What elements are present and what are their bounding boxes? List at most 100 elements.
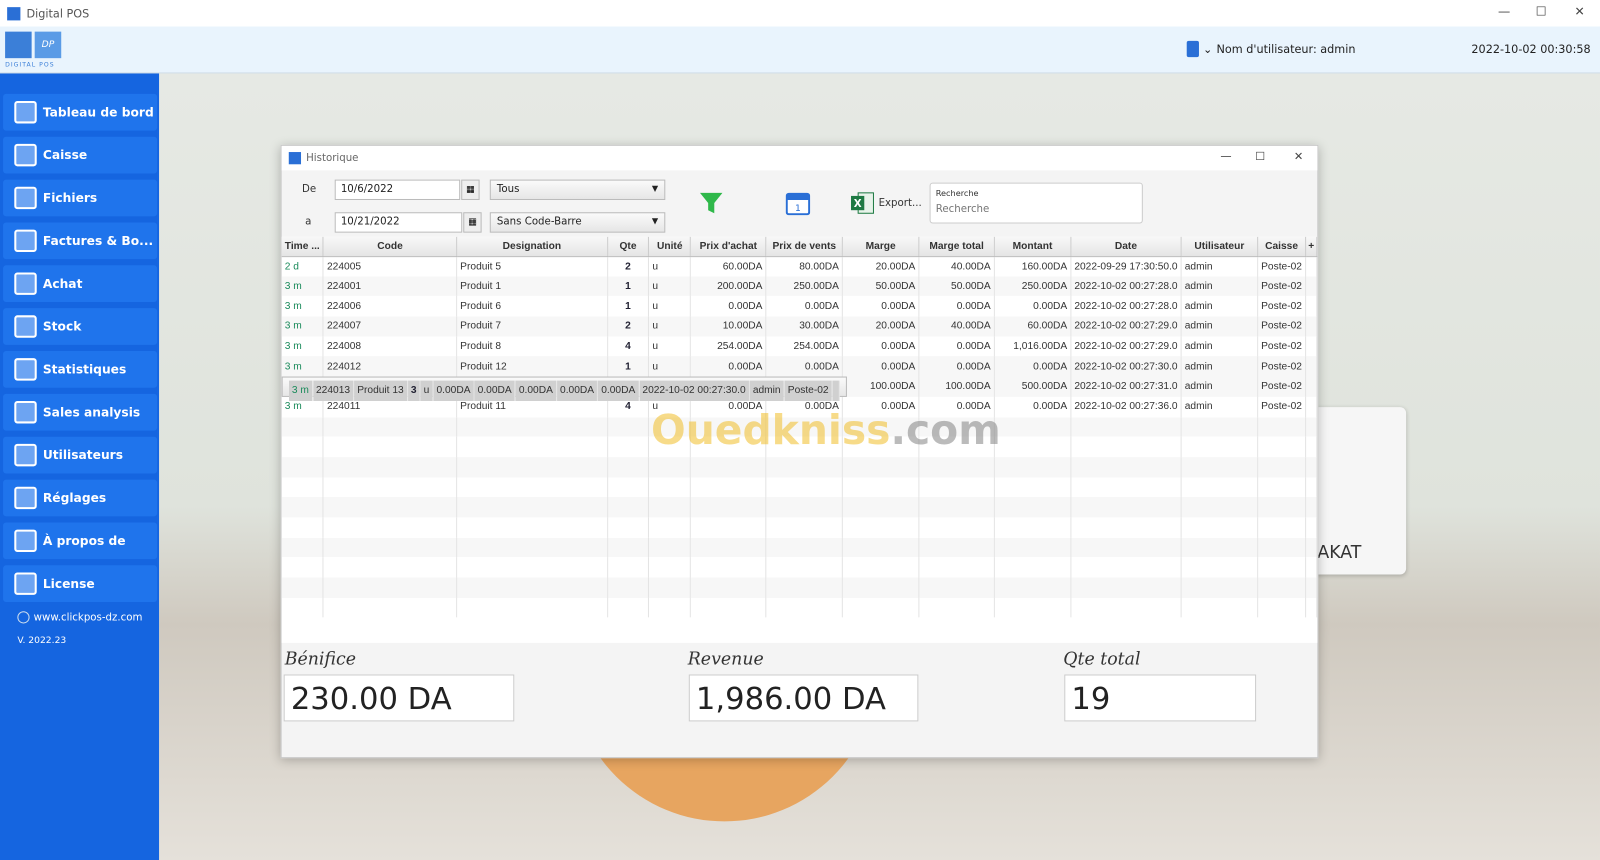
sidebar-item-label: Fichiers bbox=[42, 190, 98, 206]
search-input[interactable] bbox=[935, 204, 1135, 216]
table-cell bbox=[766, 537, 844, 558]
minimize-button[interactable]: — bbox=[1498, 4, 1510, 18]
empty-row bbox=[281, 457, 1318, 478]
table-row[interactable]: 3 m 224007 Produit 7 2 u 10.00DA 30.00DA 20.00D… bbox=[281, 316, 1318, 337]
table-row[interactable]: 2 d 224005 Produit 5 2 u 60.00DA 80.00DA 20.00D… bbox=[281, 256, 1318, 277]
qte-total-value: 19 bbox=[1064, 674, 1257, 722]
table-cell bbox=[766, 557, 844, 578]
column-header[interactable]: Designation bbox=[456, 236, 608, 257]
table-cell bbox=[1070, 577, 1182, 598]
close-button[interactable]: ✕ bbox=[1574, 4, 1584, 18]
sidebar-item-achat[interactable]: Achat bbox=[3, 265, 158, 303]
table-cell bbox=[1305, 557, 1318, 578]
table-cell: admin bbox=[1181, 256, 1259, 277]
table-cell bbox=[994, 577, 1072, 598]
table-cell bbox=[766, 477, 844, 498]
truck-icon bbox=[14, 272, 37, 295]
table-cell: 250.00DA bbox=[766, 276, 844, 297]
table-row[interactable]: 3 m 224001 Produit 1 1 u 200.00DA 250.00DA 50.0… bbox=[281, 276, 1318, 297]
column-header[interactable]: Prix d'achat bbox=[690, 236, 767, 257]
table-cell bbox=[842, 457, 920, 478]
table-cell bbox=[281, 557, 324, 578]
dialog-minimize-button[interactable]: — bbox=[1220, 150, 1231, 163]
search-box[interactable]: Recherche bbox=[929, 182, 1143, 224]
table-cell bbox=[607, 497, 650, 518]
sidebar-item-stock[interactable]: Stock bbox=[3, 308, 158, 345]
background-card[interactable]: AKAT bbox=[1311, 407, 1407, 575]
table-cell bbox=[281, 537, 324, 558]
column-header[interactable]: Time ... bbox=[281, 236, 324, 257]
table-cell bbox=[281, 577, 324, 598]
column-header[interactable]: Caisse bbox=[1257, 236, 1307, 257]
sidebar-item-tableau-de-bord[interactable]: Tableau de bord bbox=[3, 93, 158, 131]
maximize-button[interactable]: ☐ bbox=[1536, 4, 1547, 18]
user-menu[interactable]: ⌄ Nom d'utilisateur: admin bbox=[1186, 40, 1355, 58]
table-cell: 2 d bbox=[281, 256, 324, 277]
card-label: AKAT bbox=[1317, 542, 1362, 564]
sidebar-item-sales-analysis[interactable]: Sales analysis bbox=[3, 393, 158, 431]
column-header[interactable]: Marge bbox=[842, 236, 920, 257]
website-link[interactable]: www.clickpos-dz.com bbox=[17, 611, 142, 624]
table-cell bbox=[281, 477, 324, 498]
table-cell: Produit 5 bbox=[456, 256, 608, 277]
column-header[interactable]: Date bbox=[1070, 236, 1182, 257]
column-header[interactable]: Marge total bbox=[918, 236, 995, 257]
barcode-select[interactable]: Sans Code-Barre ▼ bbox=[489, 212, 666, 233]
table-row[interactable]: 3 m 224013 Produit 13 3 u 0.00DA 0.00DA 0.00DA 0… bbox=[281, 376, 847, 401]
table-row[interactable]: 3 m 224006 Produit 6 1 u 0.00DA 0.00DA 0.00DA 0.… bbox=[281, 296, 1318, 317]
table-cell bbox=[456, 597, 608, 618]
table-cell bbox=[994, 497, 1072, 518]
table-cell: 10.00DA bbox=[690, 316, 767, 337]
table-cell: 224008 bbox=[323, 336, 458, 357]
sidebar-item-utilisateurs[interactable]: Utilisateurs bbox=[3, 436, 158, 474]
column-header[interactable]: Code bbox=[323, 236, 458, 257]
type-select[interactable]: Tous ▼ bbox=[489, 179, 666, 200]
dialog-maximize-button[interactable]: ☐ bbox=[1255, 150, 1265, 163]
gear-icon bbox=[14, 486, 37, 510]
table-cell: Poste-02 bbox=[1257, 376, 1307, 397]
calendar-icon[interactable]: ▦ bbox=[463, 212, 482, 233]
from-date-input[interactable]: 10/6/2022 bbox=[334, 179, 461, 200]
sidebar-item-factures-bo[interactable]: Factures & Bo... bbox=[3, 222, 158, 260]
table-row[interactable]: 3 m 224012 Produit 12 1 u 0.00DA 0.00DA 0.00DA 0… bbox=[281, 356, 1318, 377]
table-cell: 60.00DA bbox=[994, 316, 1072, 337]
sidebar-item-fichiers[interactable]: Fichiers bbox=[3, 179, 158, 217]
table-cell: 250.00DA bbox=[994, 276, 1072, 297]
table-row[interactable]: 3 m 224008 Produit 8 4 u 254.00DA 254.00DA 0.00… bbox=[281, 336, 1318, 357]
table-cell bbox=[323, 517, 458, 538]
qte-total-label: Qte total bbox=[1063, 648, 1141, 670]
table-cell: 2022-10-02 00:27:36.0 bbox=[1070, 396, 1182, 417]
gear-analysis-icon bbox=[14, 401, 37, 424]
window-titlebar: Digital POS — ☐ ✕ bbox=[0, 0, 1600, 27]
column-header[interactable]: Utilisateur bbox=[1181, 236, 1259, 257]
table-cell: 2022-10-02 00:27:28.0 bbox=[1070, 296, 1182, 317]
column-header[interactable]: + bbox=[1305, 236, 1318, 257]
column-header[interactable]: Prix de vents bbox=[766, 236, 844, 257]
dialog-close-button[interactable]: ✕ bbox=[1294, 150, 1303, 163]
calendar-icon[interactable]: 1 bbox=[785, 191, 811, 216]
sidebar-item-statistiques[interactable]: Statistiques bbox=[3, 351, 158, 388]
sidebar-item--propos-de[interactable]: À propos de bbox=[3, 522, 158, 560]
sidebar-item-label: Stock bbox=[42, 319, 82, 334]
table-cell: 30.00DA bbox=[766, 316, 844, 337]
calendar-icon[interactable]: ▦ bbox=[461, 179, 480, 200]
revenue-label: Revenue bbox=[687, 648, 764, 670]
sidebar-item-caisse[interactable]: Caisse bbox=[3, 136, 158, 174]
sidebar-item-license[interactable]: License bbox=[3, 565, 158, 603]
table-cell: admin bbox=[1181, 356, 1259, 377]
sidebar-item-label: À propos de bbox=[42, 533, 126, 548]
to-date-input[interactable]: 10/21/2022 bbox=[334, 212, 463, 233]
column-header[interactable]: Montant bbox=[994, 236, 1072, 257]
table-cell bbox=[1257, 416, 1307, 437]
sidebar-item-r-glages[interactable]: Réglages bbox=[3, 479, 158, 517]
table-cell: 0.00DA bbox=[842, 336, 920, 357]
table-cell bbox=[766, 517, 844, 538]
table-cell: 224012 bbox=[323, 356, 458, 377]
filter-icon[interactable] bbox=[699, 191, 723, 215]
column-header[interactable]: Unité bbox=[648, 236, 692, 257]
table-cell: u bbox=[648, 336, 692, 357]
column-header[interactable]: Qte bbox=[607, 236, 650, 257]
table-cell: 2022-09-29 17:30:50.0 bbox=[1070, 256, 1182, 277]
export-button[interactable]: X Export... bbox=[850, 191, 922, 215]
table-cell: u bbox=[648, 276, 692, 297]
